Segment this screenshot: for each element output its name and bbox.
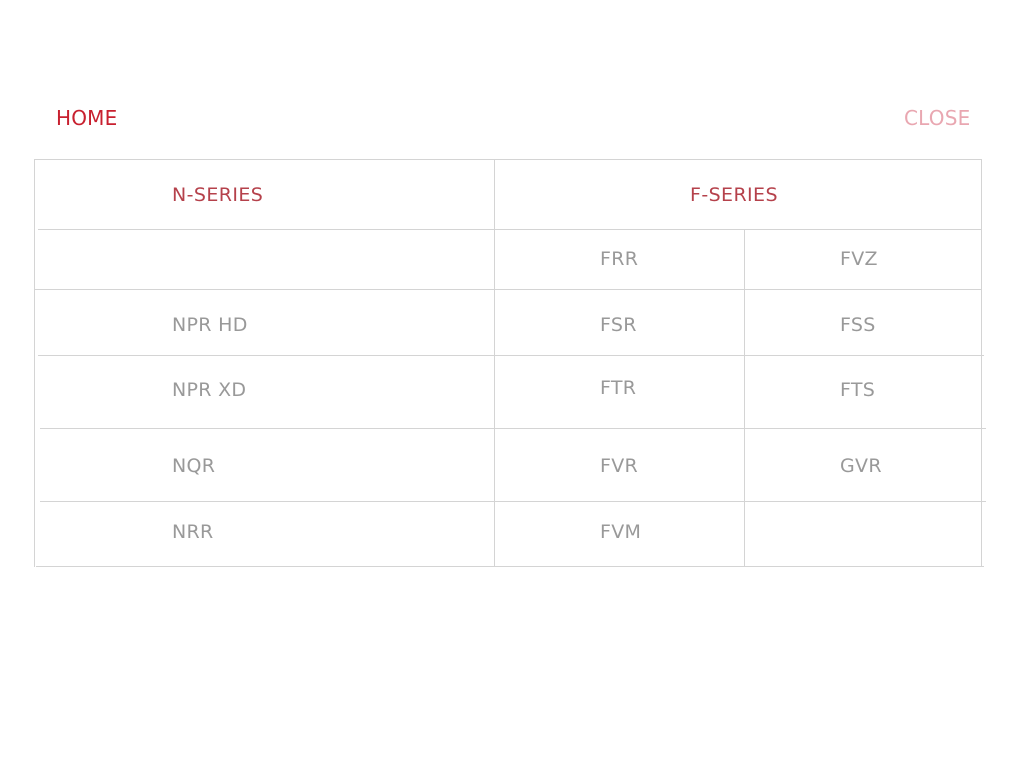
model-link-ftr[interactable]: FTR <box>600 377 636 399</box>
model-series-table: N-SERIES F-SERIES NPR HD NPR XD NQR NRR … <box>34 159 986 567</box>
row-divider <box>38 229 982 230</box>
model-link-fss[interactable]: FSS <box>840 314 876 336</box>
row-divider <box>40 428 986 429</box>
model-link-fsr[interactable]: FSR <box>600 314 637 336</box>
table-border-right <box>981 159 982 567</box>
series-menu-screen: HOME CLOSE N-SERIES F-SERIES NPR HD NPR … <box>0 0 1024 767</box>
column-divider-f-subcolumns <box>744 229 745 567</box>
model-link-frr[interactable]: FRR <box>600 248 638 270</box>
row-divider <box>40 501 986 502</box>
model-link-nqr[interactable]: NQR <box>172 455 215 477</box>
table-border-top <box>34 159 982 160</box>
row-divider <box>34 289 982 290</box>
model-link-fvm[interactable]: FVM <box>600 521 641 543</box>
model-link-fvr[interactable]: FVR <box>600 455 638 477</box>
model-link-nrr[interactable]: NRR <box>172 521 214 543</box>
row-divider <box>38 355 984 356</box>
table-border-left <box>34 159 35 567</box>
model-link-fts[interactable]: FTS <box>840 379 875 401</box>
model-link-npr-xd[interactable]: NPR XD <box>172 379 246 401</box>
model-link-npr-hd[interactable]: NPR HD <box>172 314 248 336</box>
f-series-header: F-SERIES <box>690 184 778 206</box>
column-divider-n-f <box>494 159 495 567</box>
model-link-fvz[interactable]: FVZ <box>840 248 878 270</box>
table-border-bottom <box>36 566 984 567</box>
n-series-header: N-SERIES <box>172 184 264 206</box>
home-link[interactable]: HOME <box>56 106 117 130</box>
model-link-gvr[interactable]: GVR <box>840 455 882 477</box>
close-link[interactable]: CLOSE <box>904 106 970 130</box>
